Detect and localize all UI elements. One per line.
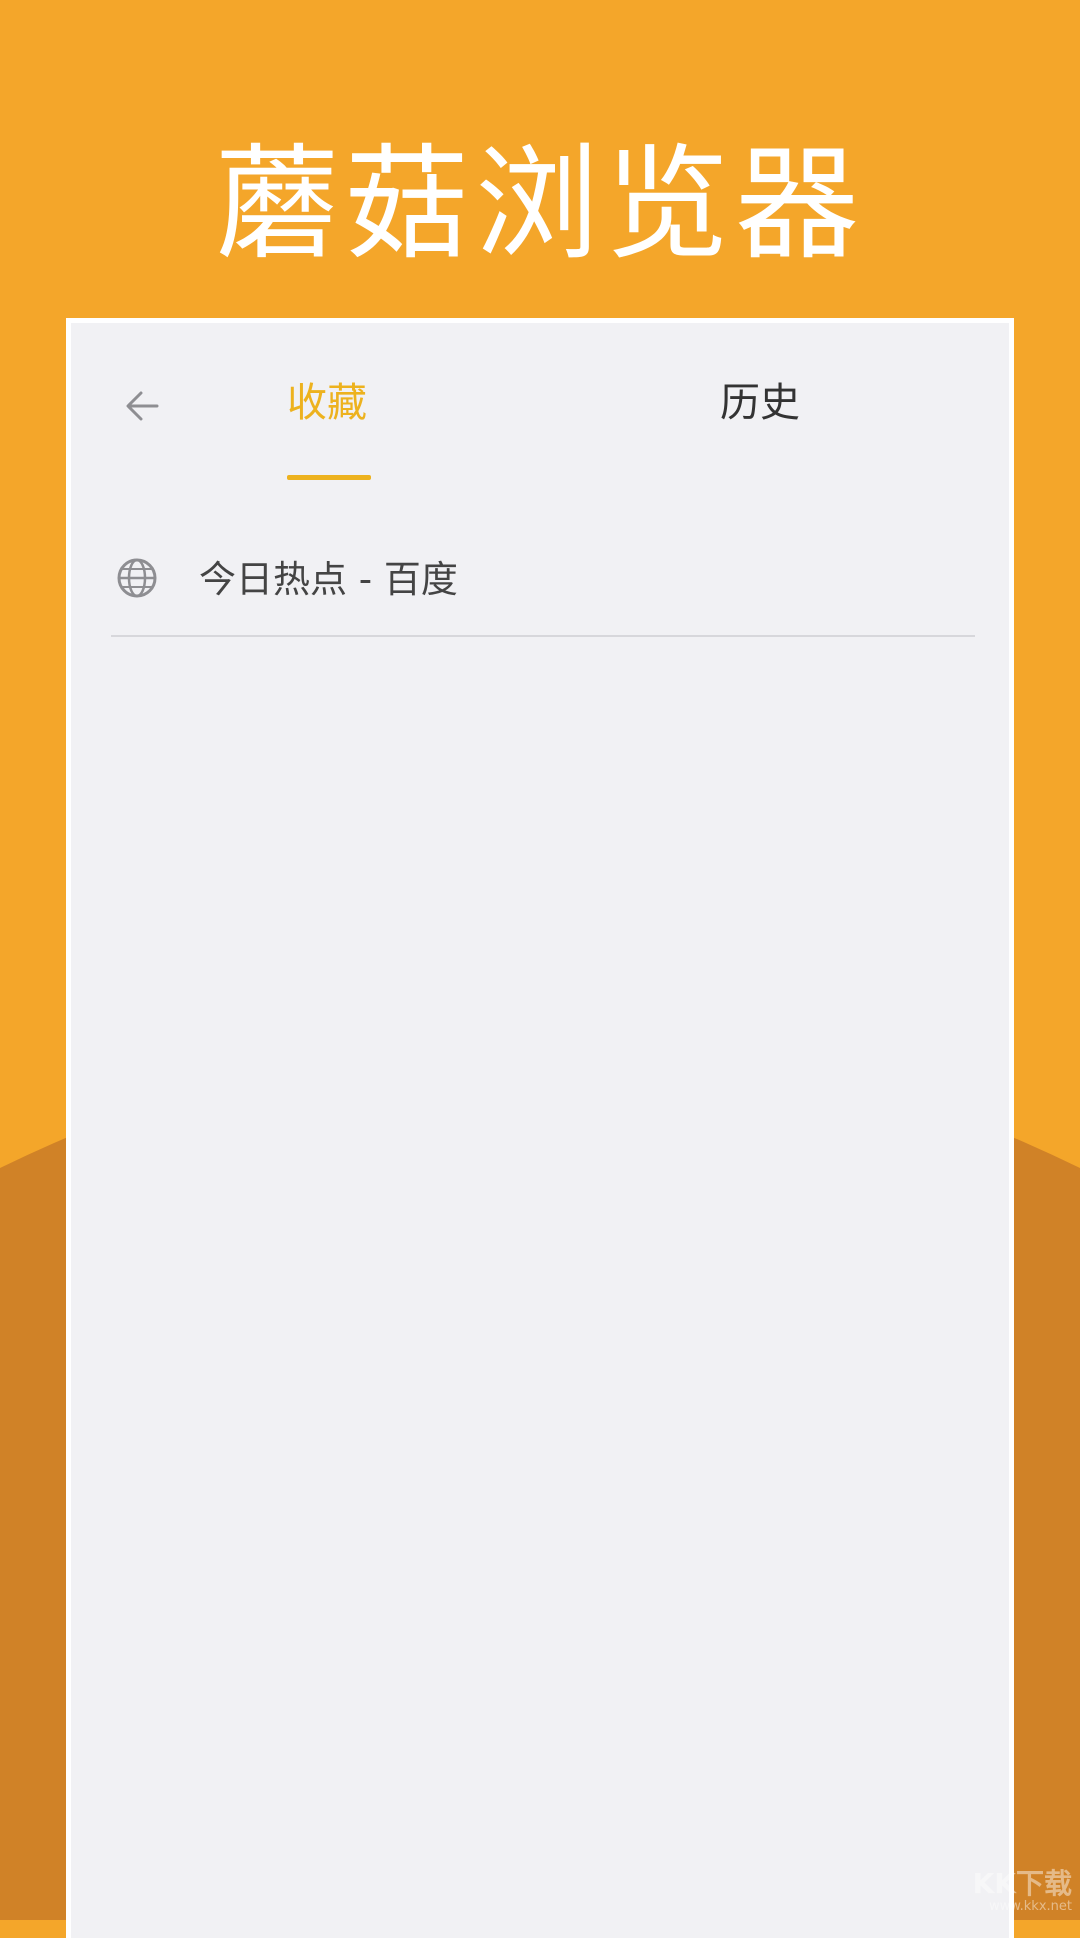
tab-favorites[interactable]: 收藏 (287, 375, 367, 431)
promo-headline: 蘑菇浏览器 (214, 133, 865, 277)
watermark-url: www.kkx.net (988, 1899, 1072, 1914)
active-tab-indicator (287, 475, 371, 480)
app-screen: 收藏 历史 今日热点 - 百度 (66, 318, 1014, 1938)
favorite-item-label: 今日热点 - 百度 (199, 558, 458, 601)
favorite-item[interactable]: 今日热点 - 百度 (111, 531, 975, 637)
back-arrow-icon[interactable] (115, 378, 171, 434)
tab-history[interactable]: 历史 (720, 375, 800, 431)
watermark-main: KK下载 (972, 1867, 1072, 1900)
globe-icon (117, 558, 157, 598)
watermark-logo: KK下载 www.kkx.net (973, 1868, 1072, 1914)
